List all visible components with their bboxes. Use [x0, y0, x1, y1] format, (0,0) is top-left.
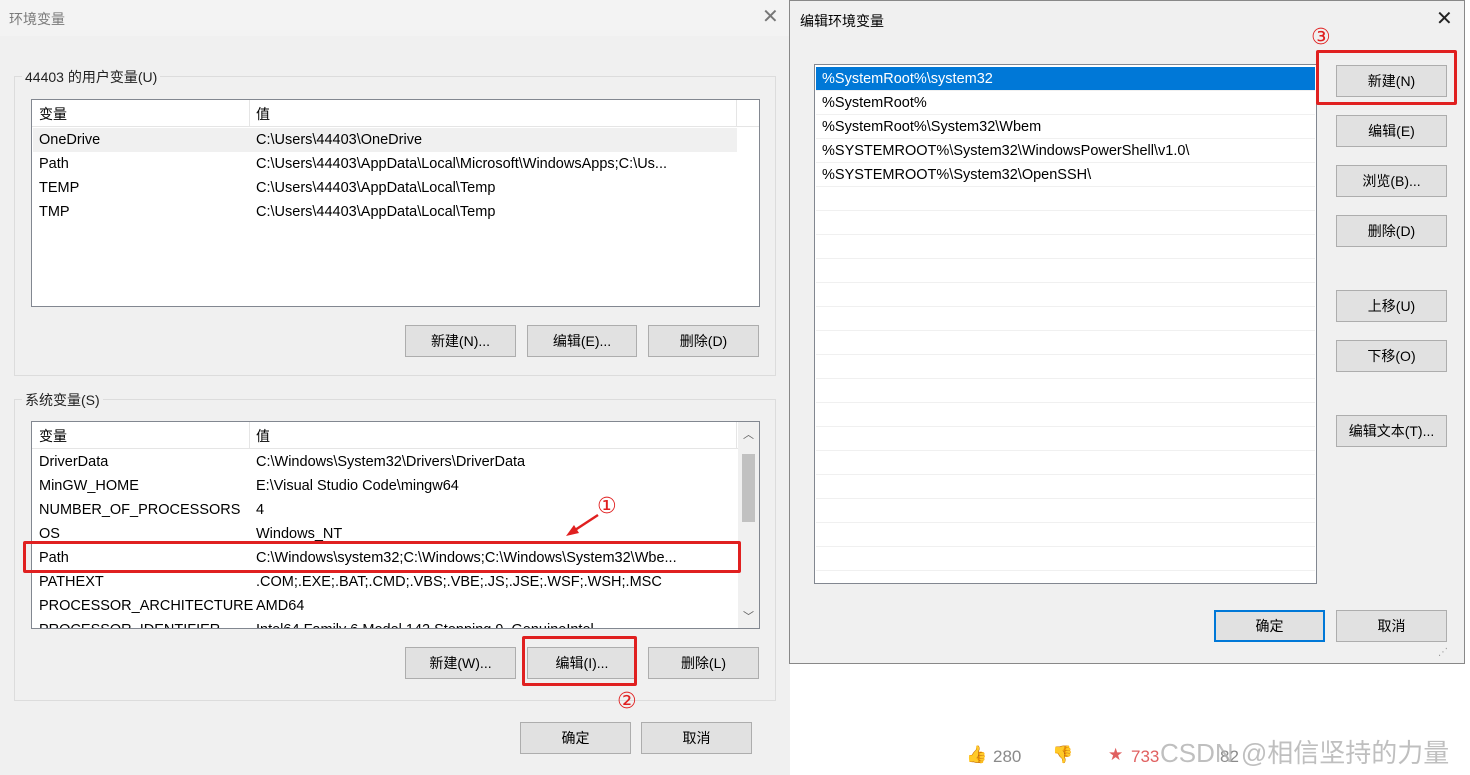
- variable-value: E:\Visual Studio Code\mingw64: [256, 478, 459, 494]
- variable-name: NUMBER_OF_PROCESSORS: [39, 502, 241, 518]
- empty-row[interactable]: [816, 499, 1315, 523]
- edit-text-button[interactable]: 编辑文本(T)...: [1336, 415, 1447, 447]
- step-3-marker: ③: [1311, 24, 1331, 49]
- like-icon[interactable]: 👍: [966, 745, 987, 765]
- dislike-icon[interactable]: 👎: [1052, 745, 1073, 765]
- cancel-button[interactable]: 取消: [1336, 610, 1447, 642]
- variable-name: OneDrive: [39, 132, 101, 148]
- variable-value: Intel64 Family 6 Model 142 Stepping 9, G…: [256, 618, 594, 628]
- column-value[interactable]: 值: [256, 426, 270, 446]
- variable-value: .COM;.EXE;.BAT;.CMD;.VBS;.VBE;.JS;.JSE;.…: [256, 574, 662, 590]
- path-item[interactable]: %SystemRoot%\System32\Wbem: [816, 115, 1315, 139]
- user-delete-button[interactable]: 删除(D): [648, 325, 759, 357]
- variable-value: C:\Users\44403\AppData\Local\Temp: [256, 180, 496, 196]
- favorite-count: 733: [1131, 747, 1160, 766]
- empty-row[interactable]: [816, 283, 1315, 307]
- list-header: 变量 值: [32, 100, 759, 127]
- variable-value: C:\Users\44403\OneDrive: [256, 132, 423, 148]
- variable-value: C:\Users\44403\AppData\Local\Temp: [256, 204, 496, 220]
- edit-path-button[interactable]: 编辑(E): [1336, 115, 1447, 147]
- empty-row[interactable]: [816, 547, 1315, 571]
- system-new-button[interactable]: 新建(W)...: [405, 647, 516, 679]
- path-item[interactable]: %SystemRoot%\system32: [816, 67, 1315, 91]
- system-variables-list[interactable]: 变量 值 DriverData C:\Windows\System32\Driv…: [31, 421, 760, 629]
- highlight-edit-button: [522, 636, 637, 686]
- user-new-button[interactable]: 新建(N)...: [405, 325, 516, 357]
- title-bar: 环境变量 ✕: [0, 0, 790, 36]
- empty-row[interactable]: [816, 259, 1315, 283]
- user-variables-label: 44403 的用户变量(U): [22, 67, 161, 87]
- empty-row[interactable]: [816, 451, 1315, 475]
- delete-path-button[interactable]: 删除(D): [1336, 215, 1447, 247]
- variable-name: PATHEXT: [39, 574, 104, 590]
- scroll-thumb[interactable]: [742, 454, 755, 522]
- empty-row[interactable]: [816, 403, 1315, 427]
- close-icon[interactable]: ✕: [1436, 9, 1453, 29]
- empty-row[interactable]: [816, 331, 1315, 355]
- like-count: 280: [993, 747, 1022, 766]
- environment-variables-dialog: 环境变量 ✕ 44403 的用户变量(U) 变量 值 OneDrive C:\U…: [0, 0, 790, 775]
- resize-grip-icon[interactable]: ⋰: [1438, 647, 1448, 658]
- empty-row[interactable]: [816, 211, 1315, 235]
- empty-row[interactable]: [816, 187, 1315, 211]
- watermark: CSDN @相信坚持的力量: [1160, 738, 1450, 768]
- user-edit-button[interactable]: 编辑(E)...: [527, 325, 637, 357]
- empty-row[interactable]: [816, 427, 1315, 451]
- path-item[interactable]: %SYSTEMROOT%\System32\OpenSSH\: [816, 163, 1315, 187]
- system-delete-button[interactable]: 删除(L): [648, 647, 759, 679]
- system-variables-label: 系统变量(S): [22, 390, 103, 410]
- vertical-scrollbar[interactable]: ︿ ﹀: [738, 422, 759, 628]
- path-item[interactable]: %SYSTEMROOT%\System32\WindowsPowerShell\…: [816, 139, 1315, 163]
- highlight-path-row: [23, 541, 741, 573]
- close-icon[interactable]: ✕: [762, 7, 779, 27]
- list-header: 变量 值: [32, 422, 759, 449]
- empty-row[interactable]: [816, 355, 1315, 379]
- variable-name: DriverData: [39, 454, 109, 470]
- empty-row[interactable]: [816, 235, 1315, 259]
- ok-button[interactable]: 确定: [520, 722, 631, 754]
- empty-row[interactable]: [816, 379, 1315, 403]
- variable-value: 4: [256, 502, 265, 518]
- column-variable[interactable]: 变量: [39, 426, 67, 446]
- variable-name: TMP: [39, 204, 70, 220]
- variable-name: MinGW_HOME: [39, 478, 139, 494]
- arrow-icon: [566, 513, 599, 536]
- path-list[interactable]: %SystemRoot%\system32 %SystemRoot% %Syst…: [814, 64, 1317, 584]
- highlight-new-button: [1316, 50, 1457, 105]
- move-down-button[interactable]: 下移(O): [1336, 340, 1447, 372]
- column-variable[interactable]: 变量: [39, 104, 67, 124]
- scroll-up-icon[interactable]: ︿: [743, 426, 754, 442]
- user-variables-list[interactable]: 变量 值 OneDrive C:\Users\44403\OneDrive Pa…: [31, 99, 760, 307]
- variable-value: AMD64: [256, 598, 305, 614]
- step-2-marker: ②: [617, 688, 637, 713]
- variable-name: TEMP: [39, 180, 80, 196]
- dialog-title: 编辑环境变量: [800, 13, 884, 29]
- empty-row[interactable]: [816, 307, 1315, 331]
- scroll-down-icon[interactable]: ﹀: [743, 608, 754, 624]
- path-item[interactable]: %SystemRoot%: [816, 91, 1315, 115]
- cancel-button[interactable]: 取消: [641, 722, 752, 754]
- variable-name: PROCESSOR_ARCHITECTURE: [39, 598, 254, 614]
- empty-row[interactable]: [816, 523, 1315, 547]
- variable-value: C:\Windows\System32\Drivers\DriverData: [256, 454, 526, 470]
- empty-row[interactable]: [816, 475, 1315, 499]
- column-value[interactable]: 值: [256, 104, 270, 124]
- variable-value: C:\Users\44403\AppData\Local\Microsoft\W…: [256, 156, 667, 172]
- browse-button[interactable]: 浏览(B)...: [1336, 165, 1447, 197]
- list-row[interactable]: OneDrive C:\Users\44403\OneDrive: [33, 128, 737, 152]
- move-up-button[interactable]: 上移(U): [1336, 290, 1447, 322]
- favorite-icon[interactable]: ★: [1108, 745, 1123, 765]
- dialog-title: 环境变量: [9, 11, 65, 27]
- ok-button[interactable]: 确定: [1214, 610, 1325, 642]
- variable-name: Path: [39, 156, 69, 172]
- variable-name: PROCESSOR_IDENTIFIER: [39, 618, 220, 628]
